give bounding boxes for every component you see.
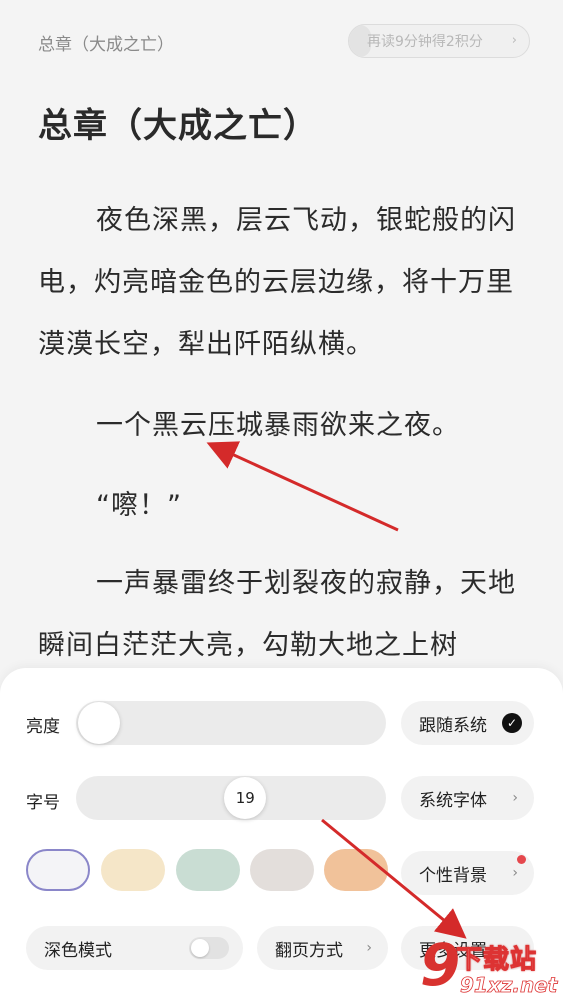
chevron-right-icon: ›: [511, 33, 517, 48]
background-swatch[interactable]: [250, 849, 314, 891]
watermark-glyph: 9: [420, 931, 461, 999]
brightness-label: 亮度: [26, 717, 60, 737]
watermark-bottom-text: 91xz.net: [460, 973, 558, 998]
chevron-right-icon: ›: [512, 865, 518, 881]
site-watermark-logo: 9 下载站 91xz.net: [420, 935, 563, 1002]
follow-system-label: 跟随系统: [419, 715, 487, 736]
check-circle-icon: ✓: [502, 713, 522, 733]
background-swatch[interactable]: [324, 849, 388, 891]
reading-reward-pill[interactable]: 再读9分钟得2积分 ›: [348, 24, 530, 58]
font-size-label: 字号: [26, 793, 60, 813]
brightness-slider[interactable]: [76, 701, 386, 745]
font-size-slider-handle[interactable]: 19: [224, 777, 267, 819]
dark-mode-switch[interactable]: [189, 937, 229, 959]
switch-thumb: [191, 939, 209, 957]
article-paragraph: “嚓！”: [96, 490, 182, 521]
article-paragraph: 一声暴雷终于划裂夜的寂静，天地瞬间白茫茫大亮，勾勒大地之上树: [38, 568, 516, 661]
chapter-title: 总章（大成之亡）: [38, 106, 318, 146]
follow-system-toggle[interactable]: 跟随系统 ✓: [401, 701, 534, 745]
page-turn-label: 翻页方式: [275, 940, 343, 961]
background-swatch[interactable]: [101, 849, 165, 891]
dark-mode-label: 深色模式: [44, 940, 112, 961]
background-swatch[interactable]: [26, 849, 90, 891]
font-family-button[interactable]: 系统字体 ›: [401, 776, 534, 820]
brightness-slider-handle[interactable]: [78, 702, 120, 744]
watermark-top-text: 下载站: [455, 945, 538, 976]
article-paragraph: 夜色深黑，层云飞动，银蛇般的闪电，灼亮暗金色的云层边缘，将十万里漠漠长空，犁出阡…: [38, 205, 516, 360]
chevron-right-icon: ›: [512, 790, 518, 806]
chevron-right-icon: ›: [366, 940, 372, 956]
chapter-breadcrumb: 总章（大成之亡）: [38, 35, 174, 55]
dark-mode-row[interactable]: 深色模式: [26, 926, 243, 970]
font-size-slider[interactable]: 19: [76, 776, 386, 820]
custom-background-button[interactable]: 个性背景 ›: [401, 851, 534, 895]
custom-background-label: 个性背景: [419, 865, 487, 886]
new-badge-dot: [517, 855, 526, 864]
page-turn-button[interactable]: 翻页方式 ›: [257, 926, 388, 970]
background-swatch[interactable]: [176, 849, 240, 891]
font-family-label: 系统字体: [419, 790, 487, 811]
article-paragraph: 一个黑云压城暴雨欲来之夜。: [96, 410, 460, 441]
reward-text: 再读9分钟得2积分: [367, 34, 483, 50]
reader-header: 总章（大成之亡） 再读9分钟得2积分 ›: [0, 0, 563, 86]
